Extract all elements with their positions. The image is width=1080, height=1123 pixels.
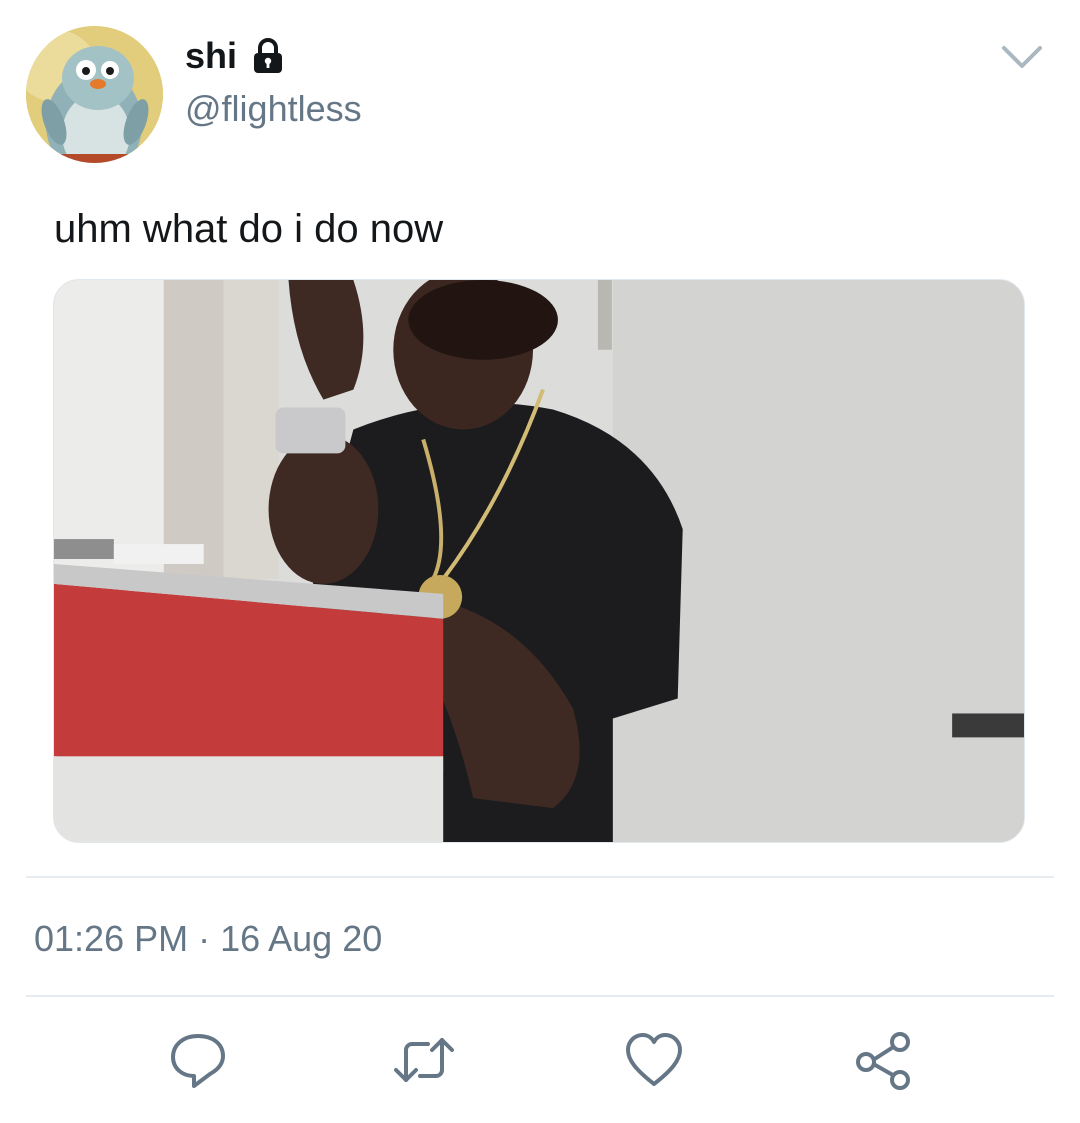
tweet-photo[interactable] [53,279,1025,843]
reply-button[interactable] [166,1028,230,1092]
share-button[interactable] [852,1028,916,1092]
display-name[interactable]: shi [185,34,237,78]
tweet-text: uhm what do i do now [54,207,444,251]
heart-icon [626,1033,682,1086]
lock-icon [254,38,283,73]
penguin-avatar-icon [26,26,163,163]
author-name-row: shi [185,34,285,78]
tweet-card: shi @flightless uhm what do i do now 01:… [0,0,1080,1123]
author-handle[interactable]: @flightless [185,86,362,132]
retweet-icon [394,1038,454,1082]
photo-image [54,280,1024,842]
tweet-timestamp[interactable]: 01:26 PM · 16 Aug 20 [34,917,382,961]
chevron-down-icon[interactable] [1000,40,1044,76]
divider-top [26,876,1054,878]
reply-icon [171,1034,225,1088]
like-button[interactable] [622,1028,686,1092]
retweet-button[interactable] [392,1028,456,1092]
divider-bottom [26,995,1054,997]
share-icon [856,1032,910,1090]
avatar[interactable] [26,26,163,163]
